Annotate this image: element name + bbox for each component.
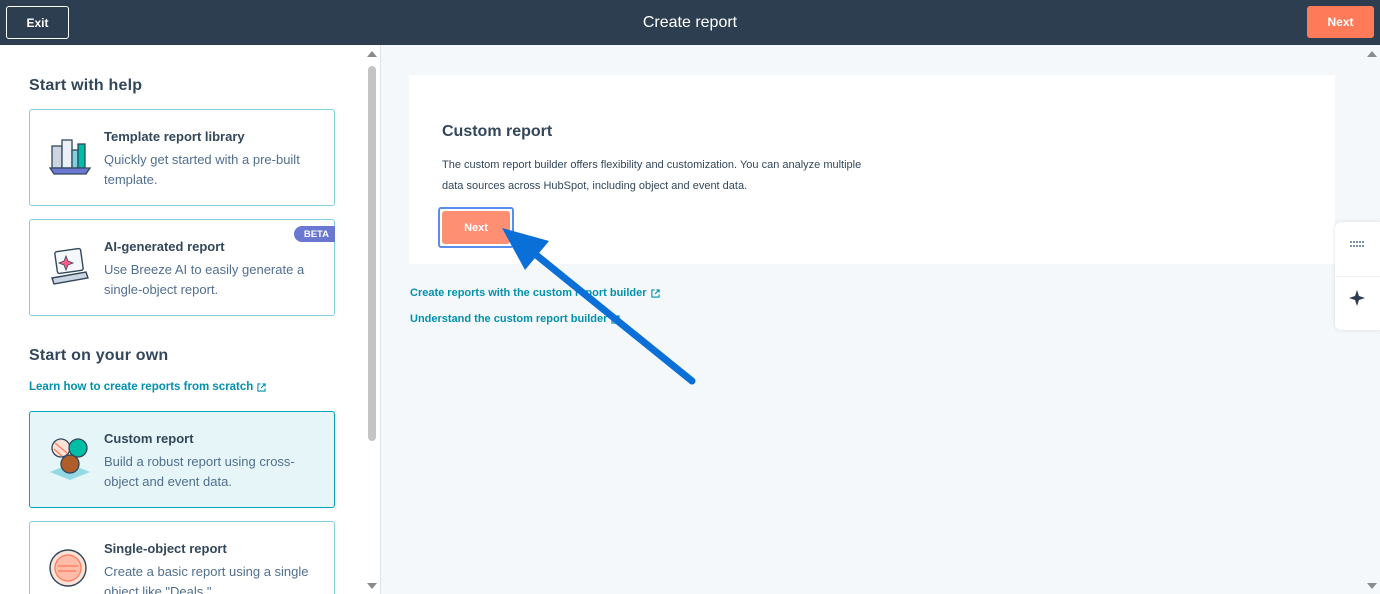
ai-report-icon [51,247,89,285]
create-reports-link-label: Create reports with the custom report bu… [410,287,647,299]
card-title: Single-object report [104,541,227,556]
card-description: Quickly get started with a pre-built tem… [104,152,300,187]
card-description: Use Breeze AI to easily generate a singl… [104,262,305,297]
main-scroll-up-arrow-icon[interactable] [1367,51,1377,57]
scroll-down-arrow-icon[interactable] [367,583,377,589]
main-scrollbar[interactable] [1364,45,1380,594]
card-title: AI-generated report [104,239,225,254]
card-description: Build a robust report using cross-object… [104,454,295,489]
learn-scratch-link-label: Learn how to create reports from scratch [29,381,254,393]
custom-report-panel: Custom report The custom report builder … [409,75,1335,264]
single-object-icon [49,549,87,587]
start-with-help-heading: Start with help [29,77,143,94]
panel-title: Custom report [442,123,553,140]
grid-dots-icon[interactable] [1349,240,1365,248]
external-link-icon [611,314,621,324]
custom-report-icon [50,438,90,480]
understand-builder-link[interactable]: Understand the custom report builder [410,313,621,325]
template-report-card[interactable]: Template report library Quickly get star… [29,109,335,206]
template-library-icon [48,139,92,175]
scroll-up-arrow-icon[interactable] [367,51,377,57]
start-on-your-own-heading: Start on your own [29,347,169,364]
beta-badge: BETA [293,226,335,242]
card-title: Template report library [104,129,245,144]
create-reports-link[interactable]: Create reports with the custom report bu… [410,287,660,299]
ai-report-card[interactable]: BETA AI-generated report Use Breeze AI t… [29,219,335,316]
single-object-card[interactable]: Single-object report Create a basic repo… [29,521,335,594]
main-scroll-down-arrow-icon[interactable] [1367,583,1377,589]
top-next-button[interactable]: Next [1307,6,1374,38]
page-title: Create report [642,13,738,31]
report-type-sidebar: Start with help Template report library … [0,45,381,594]
custom-report-card[interactable]: Custom report Build a robust report usin… [29,411,335,508]
sparkle-icon[interactable] [1349,290,1365,306]
external-link-icon [650,288,660,298]
learn-scratch-link[interactable]: Learn how to create reports from scratch [29,381,266,393]
top-bar: Exit Create report Next [0,0,1380,45]
exit-button[interactable]: Exit [6,6,69,39]
panel-description: The custom report builder offers flexibi… [442,159,862,192]
external-link-icon [257,382,266,392]
understand-builder-link-label: Understand the custom report builder [410,313,608,325]
sidebar-scroll-thumb[interactable] [368,66,376,441]
panel-next-button[interactable]: Next [442,211,510,244]
card-title: Custom report [104,431,194,446]
card-description: Create a basic report using a single obj… [104,564,309,594]
